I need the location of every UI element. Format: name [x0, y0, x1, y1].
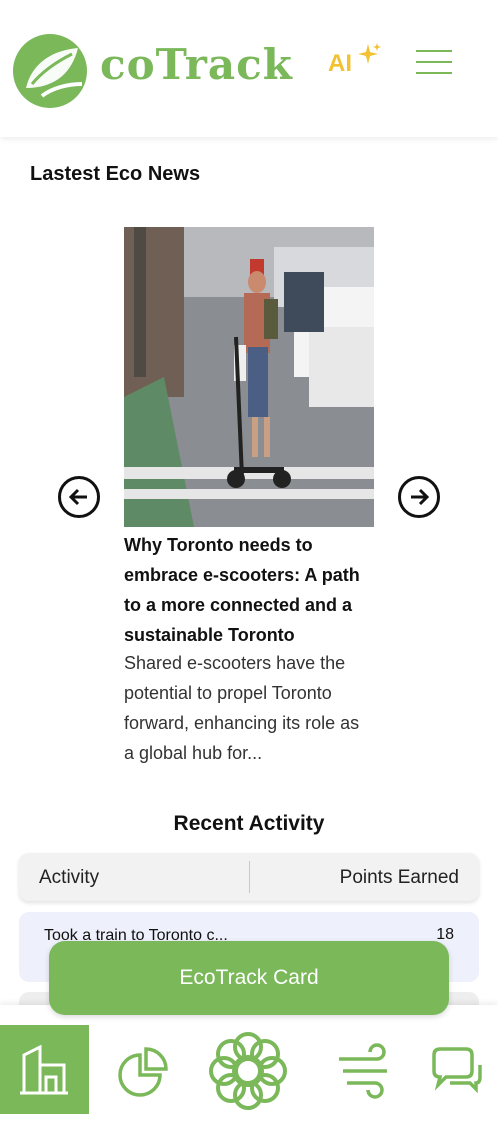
previous-news-button[interactable]: [58, 476, 100, 518]
menu-line-icon: [416, 50, 452, 52]
arrow-right-icon: [411, 488, 430, 506]
next-news-button[interactable]: [398, 476, 440, 518]
wind-icon: [339, 1043, 387, 1099]
news-article-title[interactable]: Why Toronto needs to embrace e-scooters:…: [124, 530, 374, 650]
column-header-activity: Activity: [39, 867, 100, 888]
sparkle-icon: [358, 43, 381, 64]
ai-label: AI: [328, 50, 352, 77]
pie-chart-icon: [118, 1047, 168, 1097]
news-article-image[interactable]: [124, 227, 374, 527]
menu-line-icon: [416, 61, 452, 63]
ecotrack-card-button[interactable]: EcoTrack Card: [49, 941, 449, 1015]
e-scooter-photo: [124, 227, 374, 527]
brand-text: coTrack: [100, 40, 293, 89]
menu-line-icon: [416, 72, 452, 74]
nav-eco-button[interactable]: [202, 1025, 294, 1117]
nav-home-button[interactable]: [0, 1025, 89, 1114]
activity-table-header: Activity Points Earned: [19, 853, 479, 901]
ai-assistant-button[interactable]: AI: [328, 42, 382, 82]
column-divider: [249, 861, 250, 893]
nav-air-quality-button[interactable]: [325, 1025, 414, 1114]
nav-chat-button[interactable]: [410, 1025, 498, 1114]
leaf-logo-icon: [13, 34, 87, 108]
column-header-points: Points Earned: [339, 867, 459, 888]
ecotrack-logo[interactable]: coTrack: [12, 32, 292, 110]
news-article-excerpt: Shared e-scooters have the potential to …: [124, 653, 360, 763]
recent-activity-title: Recent Activity: [173, 812, 325, 835]
nav-statistics-button[interactable]: [100, 1025, 189, 1114]
bottom-navigation: [0, 1005, 498, 1131]
news-section-title: Lastest Eco News: [30, 163, 201, 185]
arrow-left-icon: [68, 488, 87, 506]
flower-icon: [209, 1032, 287, 1110]
home-icon: [20, 1044, 68, 1095]
app-header: coTrack AI: [0, 0, 498, 137]
hamburger-menu-button[interactable]: [414, 46, 454, 78]
chat-bubbles-icon: [432, 1047, 482, 1094]
